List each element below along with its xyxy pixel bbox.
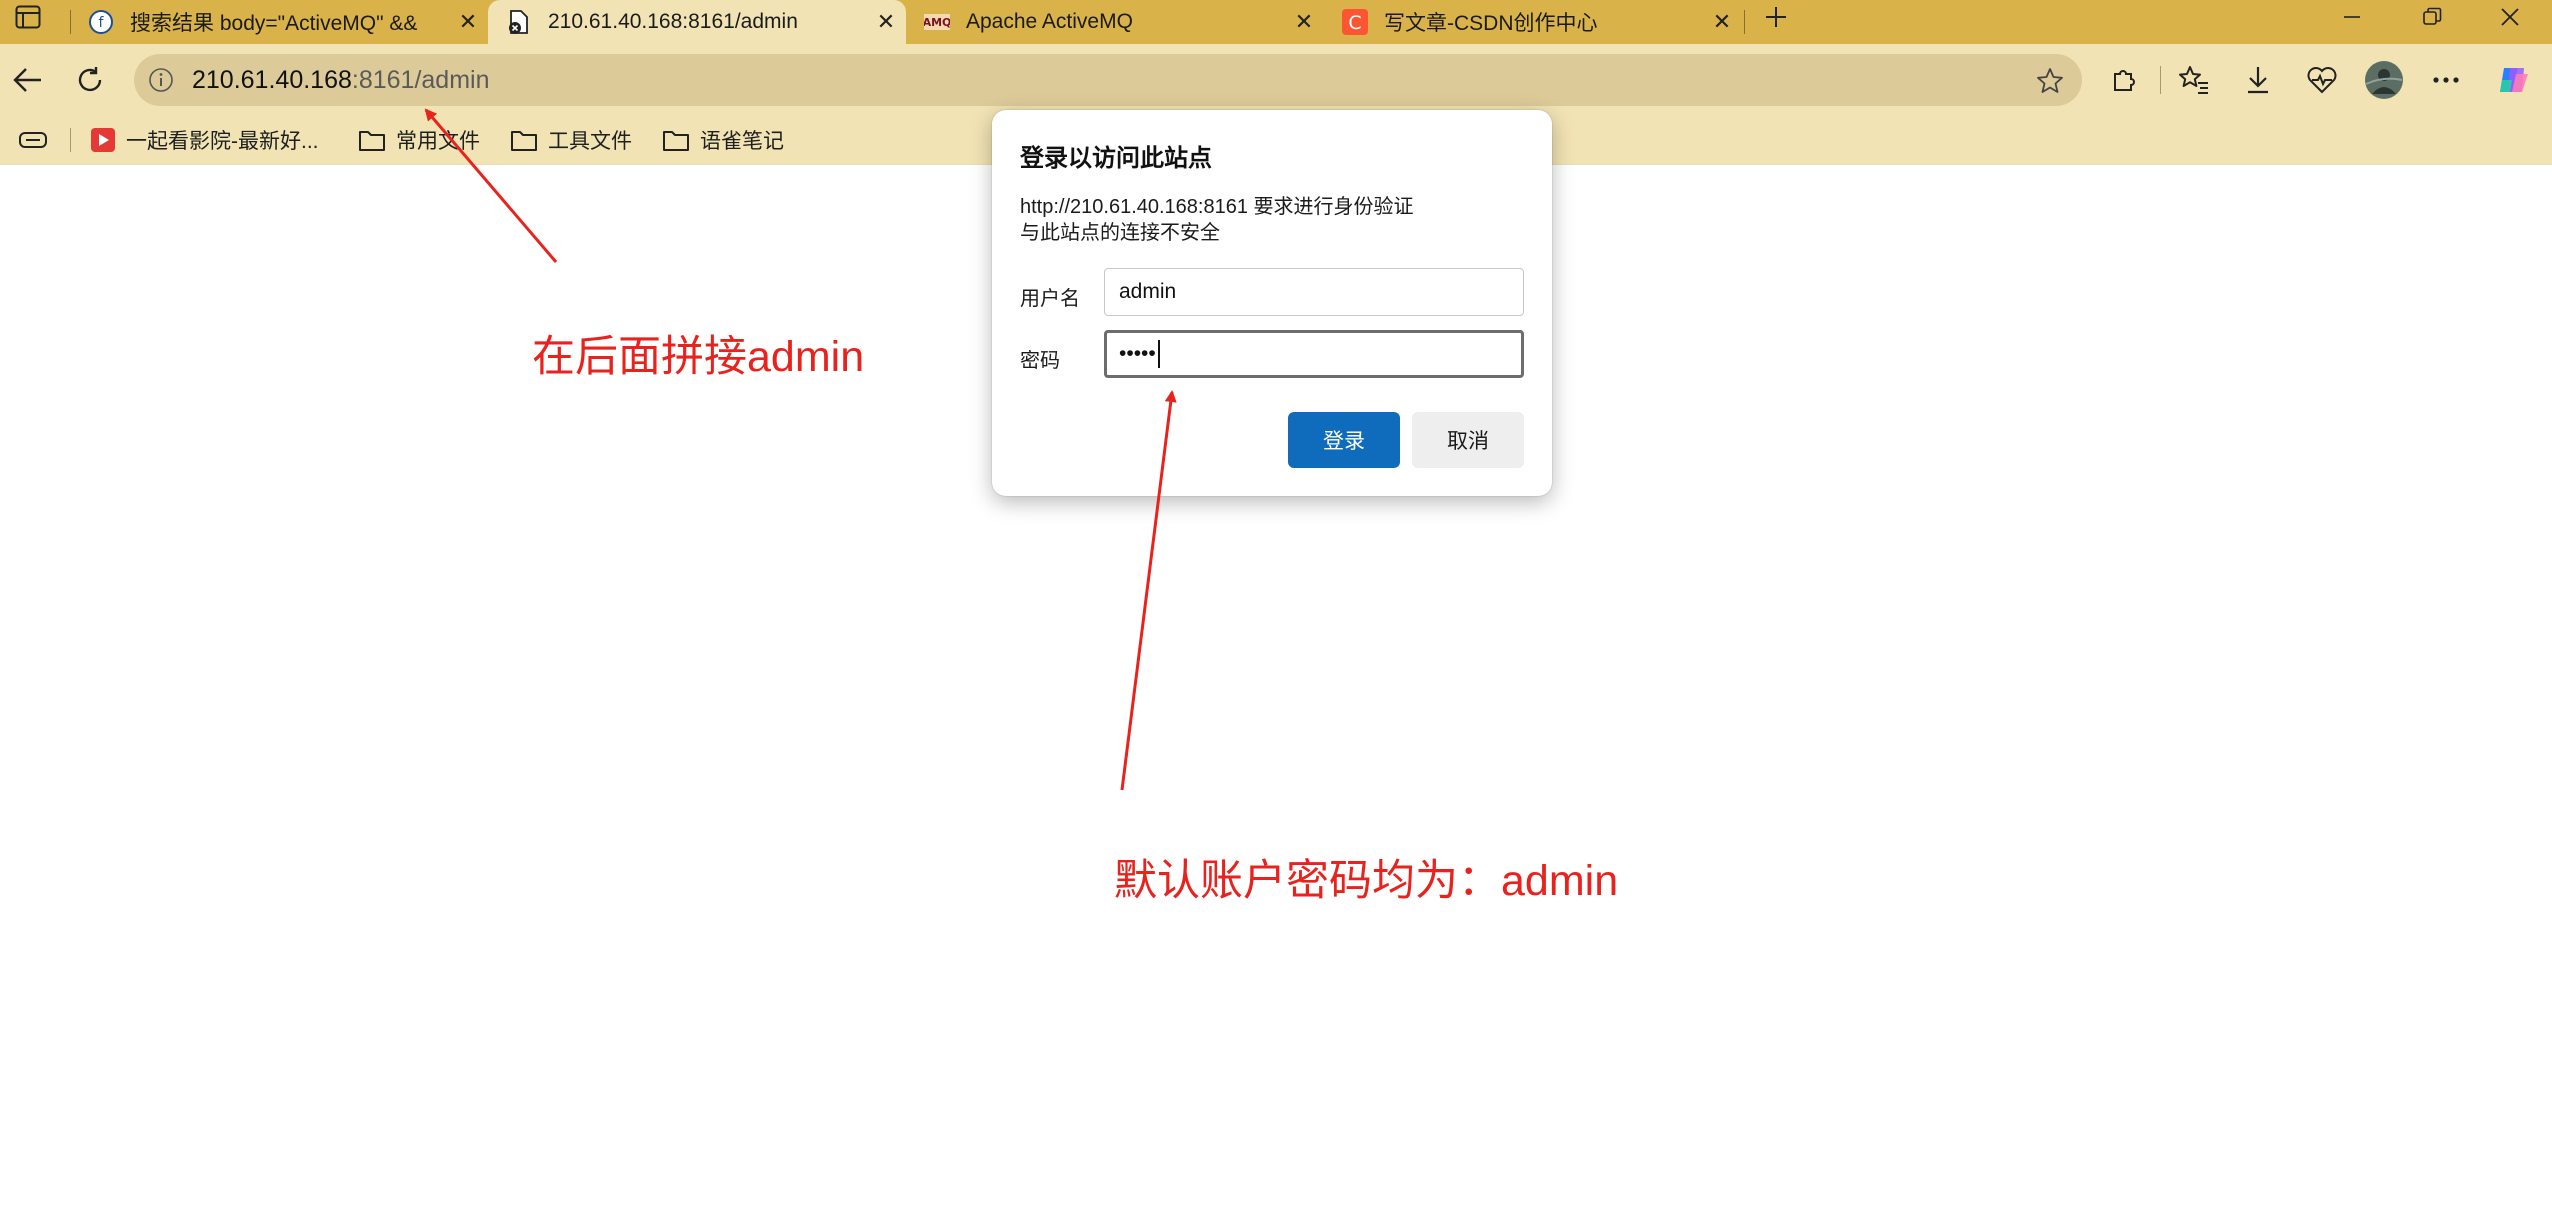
tab-title: 搜索结果 body="ActiveMQ" && [130, 12, 418, 35]
bookmark-label: 一起看影院-最新好... [126, 130, 319, 153]
close-tab-icon[interactable]: ✕ [1284, 9, 1324, 35]
password-label: 密码 [1020, 350, 1060, 372]
back-arrow-icon [13, 68, 41, 92]
password-field[interactable]: ••••• [1104, 330, 1524, 378]
reading-list-button[interactable] [18, 124, 58, 156]
address-bar[interactable]: 210.61.40.168:8161/admin [134, 54, 2082, 106]
auth-dialog: 登录以访问此站点 http://210.61.40.168:8161 要求进行身… [992, 110, 1552, 496]
tab-search-results[interactable]: f 搜索结果 body="ActiveMQ" && ✕ [70, 0, 488, 44]
bookmark-folder-yuque-notes[interactable]: 语雀笔记 [662, 124, 784, 156]
refresh-button[interactable] [68, 58, 112, 102]
username-value: admin [1119, 280, 1177, 303]
folder-icon [359, 131, 385, 151]
credentials-annotation-text: 默认账户密码均为：admin [1114, 857, 1619, 905]
bookmark-folder-tool-files[interactable]: 工具文件 [510, 124, 632, 156]
url-host: 210.61.40.168 [192, 65, 352, 94]
text-caret [1157, 340, 1160, 368]
favorites-list-icon [2179, 66, 2208, 94]
dialog-message-auth: http://210.61.40.168:8161 要求进行身份验证 [1020, 196, 1414, 218]
bookmark-label: 常用文件 [396, 130, 480, 153]
cancel-button[interactable]: 取消 [1412, 412, 1524, 468]
page-error-favicon-icon [509, 10, 528, 34]
tab-apache-activemq[interactable]: AMQ Apache ActiveMQ ✕ [906, 0, 1324, 44]
url-path: :8161/admin [351, 65, 490, 94]
bookmark-label: 工具文件 [548, 130, 632, 153]
copilot-button[interactable] [2492, 58, 2536, 102]
bookmark-folder-common-files[interactable]: 常用文件 [358, 124, 480, 156]
new-tab-button[interactable] [1754, 0, 1798, 34]
svg-text:AMQ: AMQ [924, 16, 950, 29]
collections-icon [19, 132, 47, 148]
close-icon [2501, 8, 2519, 26]
refresh-icon [78, 67, 102, 92]
more-dots-icon [2433, 77, 2459, 83]
dialog-message-insecure: 与此站点的连接不安全 [1020, 222, 1220, 244]
close-tab-icon[interactable]: ✕ [866, 9, 906, 35]
activemq-favicon-icon: AMQ [924, 14, 950, 30]
favorites-button[interactable] [2172, 58, 2216, 102]
csdn-favicon-icon: C [1342, 9, 1368, 35]
tab-strip: f 搜索结果 body="ActiveMQ" && ✕ 210.61.40.16… [0, 0, 2552, 44]
username-field[interactable]: admin [1104, 268, 1524, 316]
folder-icon [511, 131, 537, 151]
extensions-button[interactable] [2102, 58, 2146, 102]
tab-actions-icon [15, 5, 41, 29]
video-icon [91, 128, 115, 152]
fofa-favicon-icon: f [89, 10, 113, 34]
tab-actions-button[interactable] [6, 0, 50, 34]
plus-icon [1766, 7, 1786, 27]
downloads-button[interactable] [2236, 58, 2280, 102]
minimize-button[interactable] [2322, 0, 2382, 34]
url-annotation-text: 在后面拼接admin [532, 333, 865, 381]
folder-icon [663, 131, 689, 151]
bookmark-item-movies[interactable]: 一起看影院-最新好... [90, 124, 319, 156]
tab-title: 210.61.40.168:8161/admin [548, 10, 798, 33]
close-window-button[interactable] [2480, 0, 2540, 34]
dialog-title: 登录以访问此站点 [1020, 145, 1212, 172]
password-value: ••••• [1119, 342, 1156, 365]
minimize-icon [2344, 16, 2360, 18]
login-button[interactable]: 登录 [1288, 412, 1400, 468]
close-tab-icon[interactable]: ✕ [448, 9, 488, 35]
browser-essentials-button[interactable] [2300, 58, 2344, 102]
url-text[interactable]: 210.61.40.168:8161/admin [192, 66, 490, 95]
svg-text:C: C [1348, 12, 1361, 34]
back-button[interactable] [6, 58, 50, 102]
restore-icon [2423, 7, 2442, 25]
tab-title: 写文章-CSDN创作中心 [1384, 12, 1598, 35]
tab-admin[interactable]: 210.61.40.168:8161/admin ✕ [488, 0, 906, 44]
bookmark-label: 语雀笔记 [700, 130, 784, 153]
username-label: 用户名 [1020, 288, 1080, 310]
profile-button[interactable] [2362, 58, 2406, 102]
copilot-icon [2500, 68, 2528, 92]
more-menu-button[interactable] [2424, 58, 2468, 102]
download-icon [2248, 67, 2268, 94]
avatar [2365, 61, 2403, 99]
favorite-star-icon[interactable] [2036, 67, 2064, 95]
close-tab-icon[interactable]: ✕ [1702, 9, 1742, 35]
info-icon[interactable] [148, 67, 174, 93]
toolbar: 210.61.40.168:8161/admin [0, 44, 2552, 116]
puzzle-icon [2114, 70, 2135, 91]
restore-button[interactable] [2402, 0, 2462, 34]
tab-title: Apache ActiveMQ [966, 10, 1133, 33]
heart-pulse-icon [2307, 67, 2337, 94]
tab-csdn[interactable]: C 写文章-CSDN创作中心 ✕ [1324, 0, 1742, 44]
